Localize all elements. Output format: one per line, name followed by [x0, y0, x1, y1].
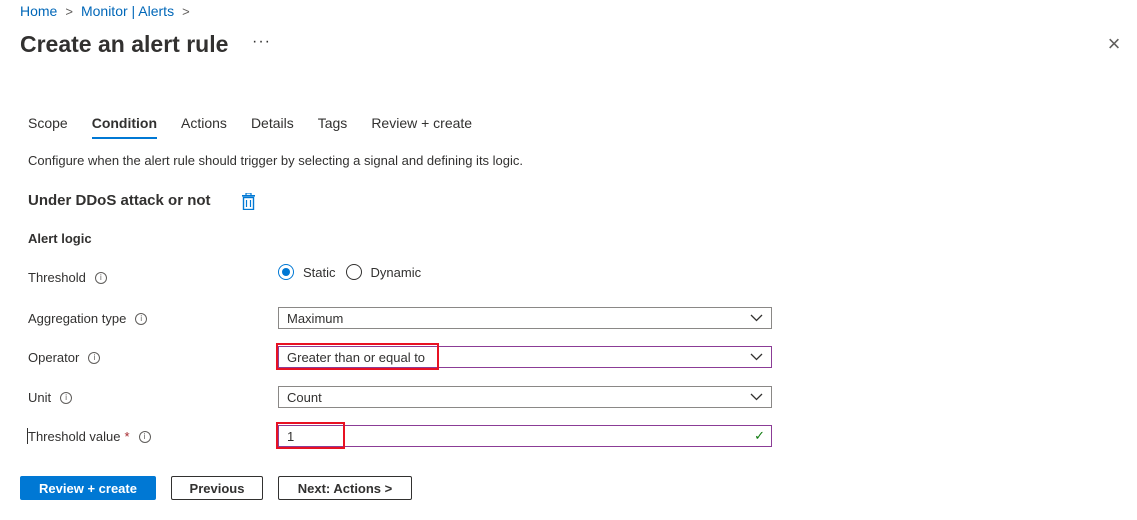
chevron-right-icon: > [182, 3, 190, 19]
more-options-icon[interactable]: ··· [252, 33, 271, 51]
breadcrumb-monitor-alerts[interactable]: Monitor | Alerts [81, 3, 174, 19]
required-asterisk: * [124, 429, 130, 444]
valid-check-icon: ✓ [754, 428, 765, 443]
threshold-label: Threshold i [28, 270, 107, 285]
operator-label-text: Operator [28, 350, 80, 365]
condition-description: Configure when the alert rule should tri… [28, 153, 524, 168]
threshold-value-input[interactable]: 1 ✓ [278, 425, 772, 447]
tab-condition[interactable]: Condition [91, 115, 158, 139]
tab-review-create[interactable]: Review + create [371, 115, 472, 139]
info-icon[interactable]: i [138, 430, 151, 443]
chevron-down-icon [750, 393, 763, 401]
review-create-button[interactable]: Review + create [20, 476, 156, 500]
info-icon[interactable]: i [88, 351, 101, 364]
close-icon[interactable]: × [1104, 32, 1124, 56]
tab-tags[interactable]: Tags [318, 115, 348, 139]
chevron-right-icon: > [65, 3, 73, 19]
page-title: Create an alert rule [20, 31, 229, 57]
tab-scope[interactable]: Scope [28, 115, 68, 139]
breadcrumb-home[interactable]: Home [20, 3, 57, 19]
aggregation-value: Maximum [287, 310, 344, 326]
unit-label: Unit i [28, 390, 73, 405]
breadcrumb: Home > Monitor | Alerts > [20, 2, 198, 20]
tab-details[interactable]: Details [251, 115, 294, 139]
static-radio[interactable] [278, 264, 294, 280]
unit-value: Count [287, 389, 322, 405]
threshold-label-text: Threshold [28, 270, 86, 285]
section-title: Alert logic [28, 231, 92, 246]
aggregation-label-text: Aggregation type [28, 311, 127, 326]
aggregation-dropdown[interactable]: Maximum [278, 307, 772, 329]
chevron-down-icon [750, 353, 763, 361]
dynamic-radio[interactable] [345, 264, 362, 280]
delete-icon[interactable] [241, 193, 256, 210]
tab-actions[interactable]: Actions [181, 115, 227, 139]
tab-bar: Scope Condition Actions Details Tags Rev… [28, 115, 496, 139]
info-icon[interactable]: i [135, 312, 148, 325]
aggregation-label: Aggregation type i [28, 311, 148, 326]
next-actions-button[interactable]: Next: Actions > [278, 476, 412, 500]
unit-label-text: Unit [28, 390, 52, 405]
signal-name: Under DDoS attack or not [28, 192, 211, 209]
info-icon[interactable]: i [60, 391, 73, 404]
threshold-value-label-text: Threshold value [28, 429, 121, 444]
previous-button[interactable]: Previous [171, 476, 263, 500]
unit-dropdown[interactable]: Count [278, 386, 772, 408]
dynamic-radio-label[interactable]: Dynamic [371, 265, 422, 280]
operator-label: Operator i [28, 350, 101, 365]
chevron-down-icon [750, 314, 763, 322]
threshold-value-highlight-box [276, 422, 345, 449]
threshold-radio-group: Static Dynamic [278, 264, 431, 280]
static-radio-label[interactable]: Static [303, 265, 336, 280]
info-icon[interactable]: i [94, 271, 107, 284]
operator-highlight-box [276, 343, 439, 370]
threshold-value-label: Threshold value * i [28, 429, 151, 444]
